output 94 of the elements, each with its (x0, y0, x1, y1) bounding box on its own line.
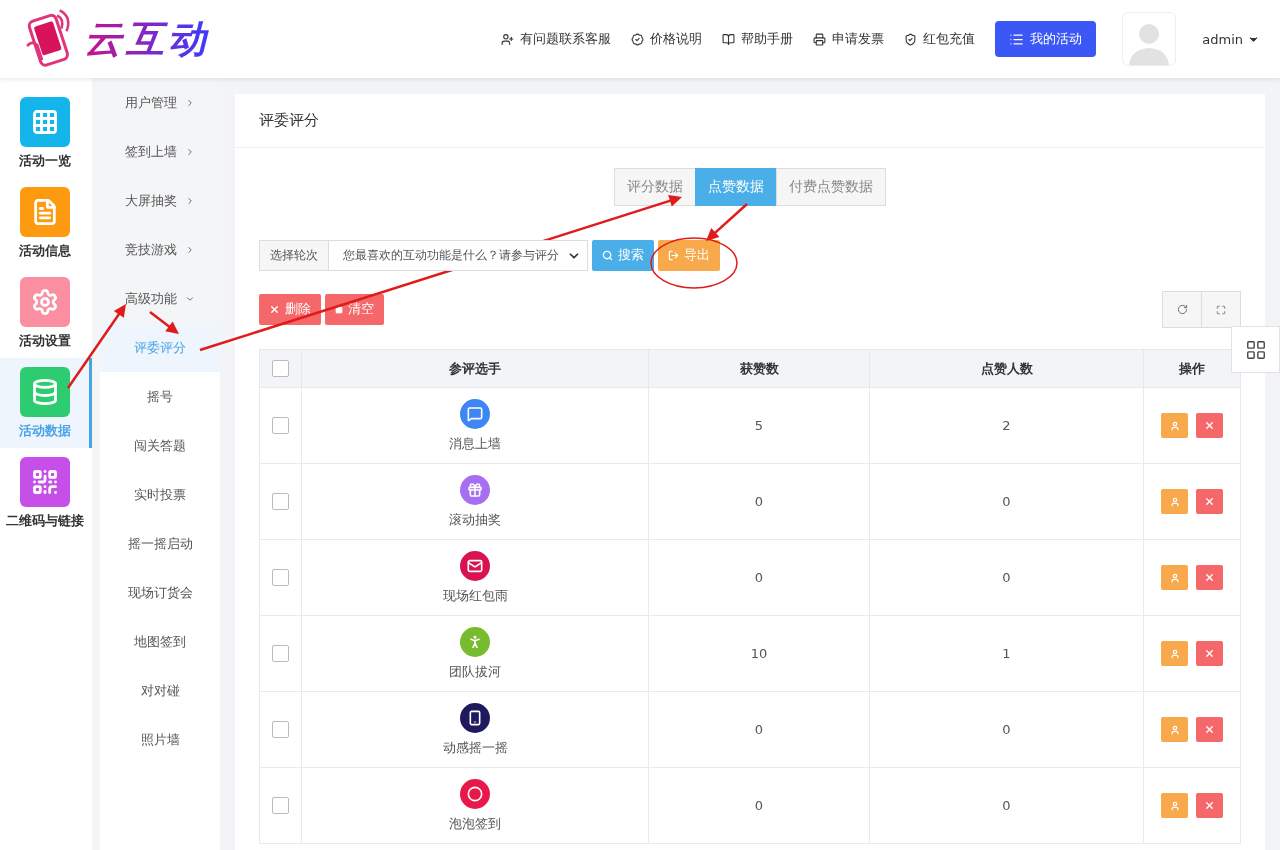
my-activities-button[interactable]: 我的活动 (995, 21, 1097, 57)
printer-icon (813, 32, 827, 46)
checkbox[interactable] (272, 493, 289, 510)
table-cell: 0 (869, 767, 1144, 844)
fullscreen-icon (1216, 304, 1226, 315)
submenu-group[interactable]: 竞技游戏 (92, 225, 220, 274)
table-cell: 1 (869, 615, 1144, 692)
table-cell: 0 (648, 691, 870, 768)
rail-item[interactable]: 活动信息 (0, 178, 89, 268)
submenu-group[interactable]: 高级功能 (92, 274, 220, 323)
table-cell: 0 (869, 539, 1144, 616)
header-link[interactable]: 价格说明 (631, 30, 703, 48)
export-icon (668, 250, 679, 261)
checkbox[interactable] (272, 797, 289, 814)
delete-row-button[interactable] (1196, 640, 1223, 666)
square-icon (335, 305, 343, 314)
shield-icon (904, 32, 918, 46)
header-link[interactable]: 帮助手册 (722, 30, 794, 48)
contestant-name: 消息上墙 (449, 434, 501, 453)
close-icon (1204, 723, 1215, 735)
user-icon (1169, 724, 1180, 735)
table-cell: 10 (648, 615, 870, 692)
checkbox[interactable] (272, 417, 289, 434)
user-plus-icon (501, 32, 515, 46)
submenu-group[interactable]: 大屏抽奖 (92, 176, 220, 225)
header-link[interactable]: 有问题联系客服 (501, 30, 612, 48)
close-icon (1204, 571, 1215, 583)
list-icon (1009, 31, 1025, 47)
user-action-button[interactable] (1161, 641, 1188, 667)
avatar[interactable] (1122, 12, 1177, 66)
rail-label: 活动一览 (18, 152, 71, 170)
table-cell: 0 (648, 463, 870, 540)
header-link[interactable]: 红包充值 (904, 30, 976, 48)
delete-row-button[interactable] (1196, 716, 1223, 742)
badge-icon (631, 32, 645, 46)
contestant-name: 滚动抽奖 (449, 510, 501, 529)
header-link[interactable]: 申请发票 (813, 30, 885, 48)
search-icon (602, 250, 613, 261)
checkbox[interactable] (272, 645, 289, 662)
rail-label: 活动数据 (18, 422, 71, 440)
close-icon (1204, 495, 1215, 507)
rail-label: 活动设置 (18, 332, 71, 350)
user-icon (1169, 420, 1180, 431)
tab[interactable]: 评分数据 (613, 168, 696, 206)
annotation-arrow (149, 311, 179, 334)
user-action-button[interactable] (1161, 489, 1188, 515)
checkbox[interactable] (272, 360, 289, 377)
user-action-button[interactable] (1161, 413, 1188, 439)
rail-item[interactable]: 活动一览 (0, 88, 89, 178)
close-icon (1204, 647, 1215, 659)
column-header: 点赞人数 (869, 349, 1144, 388)
delete-row-button[interactable] (1196, 564, 1223, 590)
table-cell: 0 (648, 539, 870, 616)
rail-item[interactable]: 活动设置 (0, 268, 89, 358)
rail-label: 二维码与链接 (5, 512, 84, 530)
rail-label: 活动信息 (18, 242, 71, 260)
user-icon (1169, 496, 1180, 507)
user-icon (1169, 572, 1180, 583)
refresh-icon (1176, 304, 1188, 315)
book-icon (722, 32, 736, 46)
contestant-name: 泡泡签到 (449, 814, 501, 833)
submenu-group[interactable]: 签到上墙 (92, 127, 220, 176)
user-menu[interactable]: admin (1196, 30, 1266, 48)
delete-row-button[interactable] (1196, 412, 1223, 438)
table-cell: 0 (648, 767, 870, 844)
close-icon (1204, 799, 1215, 811)
column-header: 获赞数 (648, 349, 870, 388)
table-cell: 2 (869, 387, 1144, 464)
table-cell: 5 (648, 387, 870, 464)
grid-icon (1244, 338, 1267, 361)
user-icon (1169, 648, 1180, 659)
card-title: 评委评分 (235, 94, 1265, 148)
delete-row-button[interactable] (1196, 488, 1223, 514)
close-icon (1204, 419, 1215, 431)
table-cell: 0 (869, 463, 1144, 540)
user-icon (1169, 800, 1180, 811)
checkbox[interactable] (272, 721, 289, 738)
checkbox[interactable] (272, 569, 289, 586)
submenu-group[interactable]: 用户管理 (92, 78, 220, 127)
column-header: 参评选手 (301, 349, 649, 388)
column-header: 操作 (1143, 349, 1241, 388)
user-action-button[interactable] (1161, 717, 1188, 743)
annotation-arrow (706, 203, 748, 241)
grid-menu-button[interactable] (1231, 326, 1280, 373)
close-icon (269, 304, 280, 315)
rail-item[interactable]: 二维码与链接 (0, 448, 89, 538)
contestant-name: 现场红包雨 (442, 586, 508, 605)
contestant-name: 团队拔河 (449, 662, 501, 681)
user-action-button[interactable] (1161, 565, 1188, 591)
table-cell: 0 (869, 691, 1144, 768)
contestant-name: 动感摇一摇 (442, 738, 508, 757)
refresh-button[interactable] (1162, 291, 1202, 328)
delete-row-button[interactable] (1196, 792, 1223, 818)
user-action-button[interactable] (1161, 793, 1188, 819)
